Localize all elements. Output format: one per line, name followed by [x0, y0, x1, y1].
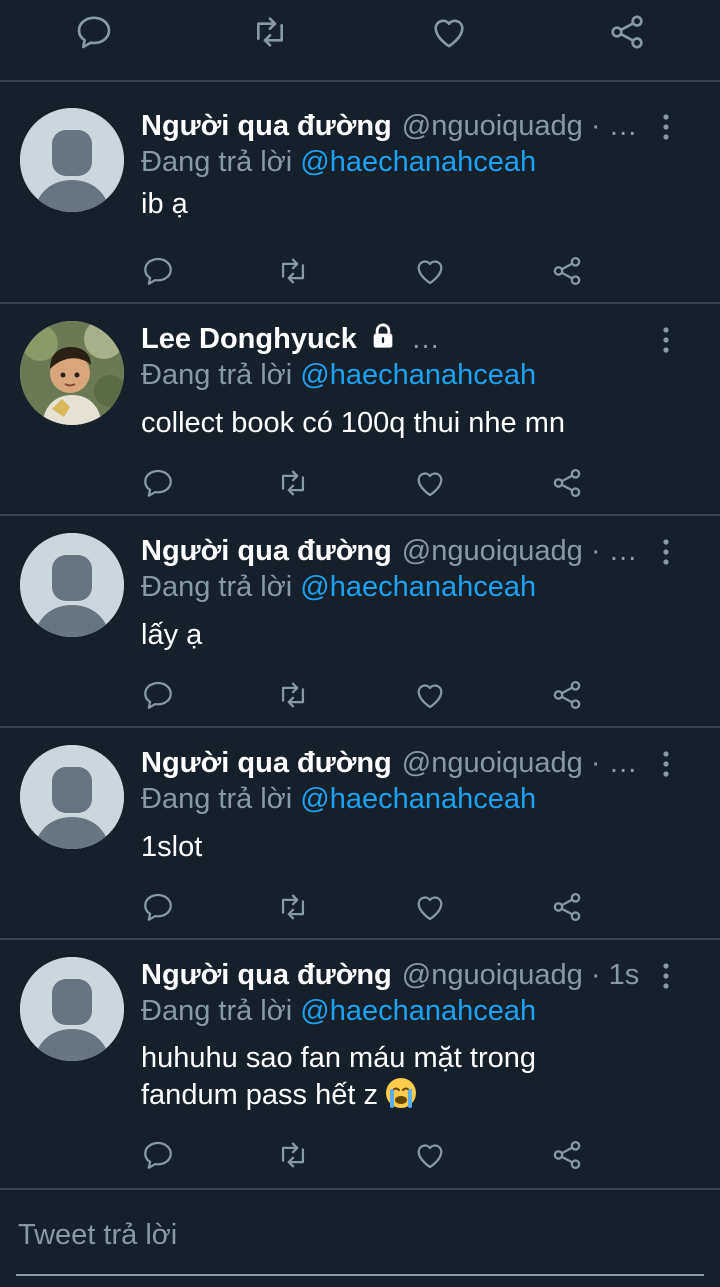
like-icon[interactable]: [413, 678, 447, 712]
replying-prefix: Đang trả lời: [141, 995, 293, 1027]
input-underline: [16, 1274, 704, 1276]
replying-prefix: Đang trả lời: [141, 359, 293, 391]
reply-tweet[interactable]: Người qua đường @nguoiquadg · … Đang trả …: [0, 516, 720, 728]
reply-icon[interactable]: [141, 678, 175, 712]
mention-link[interactable]: @haechanahceah: [300, 783, 536, 815]
tweet-header: Người qua đường @nguoiquadg · …: [141, 745, 641, 781]
handle-and-time: @nguoiquadg · …: [401, 747, 638, 779]
tweet-actions: [0, 890, 720, 930]
more-options-icon[interactable]: [654, 961, 678, 991]
handle-and-time: @nguoiquadg · 1s: [401, 959, 640, 991]
retweet-icon[interactable]: [276, 466, 310, 500]
display-name[interactable]: Người qua đường: [141, 535, 392, 567]
tweet-thread-page: Người qua đường @nguoiquadg · … Đang trả …: [0, 0, 720, 1287]
avatar[interactable]: [20, 745, 124, 849]
lock-icon: [373, 323, 393, 348]
replying-prefix: Đang trả lời: [141, 571, 293, 603]
avatar[interactable]: [20, 957, 124, 1061]
like-icon[interactable]: [413, 1138, 447, 1172]
reply-composer: [0, 1190, 720, 1287]
share-icon[interactable]: [550, 254, 584, 288]
tweet-header: Người qua đường @nguoiquadg · 1s: [141, 957, 641, 993]
tweet-text: huhuhu sao fan máu mặt trong fandum pass…: [141, 1040, 681, 1113]
like-icon[interactable]: [413, 466, 447, 500]
previous-tweet-actions: [0, 0, 720, 82]
tweet-text: 1slot: [141, 831, 203, 863]
reply-icon[interactable]: [141, 254, 175, 288]
tweet-text: ib ạ: [141, 188, 188, 220]
replying-to: Đang trả lời @haechanahceah: [141, 781, 681, 817]
tweet-actions: [0, 1138, 720, 1178]
share-icon[interactable]: [550, 890, 584, 924]
mention-link[interactable]: @haechanahceah: [300, 995, 536, 1027]
more-options-icon[interactable]: [654, 112, 678, 142]
more-options-icon[interactable]: [654, 325, 678, 355]
replying-to: Đang trả lời @haechanahceah: [141, 993, 681, 1029]
reply-icon[interactable]: [74, 12, 114, 52]
reply-tweet[interactable]: Lee Donghyuck … Đang trả lời @haechanahce…: [0, 304, 720, 516]
tweet-actions: [0, 466, 720, 506]
share-icon[interactable]: [550, 466, 584, 500]
avatar[interactable]: [20, 533, 124, 637]
tweet-header: Lee Donghyuck …: [141, 321, 641, 357]
like-icon[interactable]: [413, 254, 447, 288]
handle-and-time: …: [410, 323, 440, 355]
display-name[interactable]: Người qua đường: [141, 747, 392, 779]
handle-and-time: @nguoiquadg · …: [401, 535, 638, 567]
tweet-header: Người qua đường @nguoiquadg · …: [141, 533, 641, 569]
share-icon[interactable]: [550, 678, 584, 712]
replying-prefix: Đang trả lời: [141, 146, 293, 178]
retweet-icon[interactable]: [276, 678, 310, 712]
reply-input[interactable]: [16, 1212, 700, 1258]
reply-icon[interactable]: [141, 890, 175, 924]
retweet-icon[interactable]: [276, 254, 310, 288]
share-icon[interactable]: [607, 12, 647, 52]
share-icon[interactable]: [550, 1138, 584, 1172]
avatar[interactable]: [20, 108, 124, 212]
avatar[interactable]: [20, 321, 124, 425]
retweet-icon[interactable]: [276, 1138, 310, 1172]
tweet-actions: [0, 254, 720, 294]
retweet-icon[interactable]: [276, 890, 310, 924]
replying-prefix: Đang trả lời: [141, 783, 293, 815]
tweet-text-line-content: fandum pass hết z: [141, 1079, 378, 1111]
reply-tweet[interactable]: Người qua đường @nguoiquadg · 1s Đang trả…: [0, 940, 720, 1190]
crying-face-emoji: [385, 1078, 416, 1108]
like-icon[interactable]: [429, 12, 469, 52]
replying-to: Đang trả lời @haechanahceah: [141, 357, 681, 393]
display-name[interactable]: Người qua đường: [141, 959, 392, 991]
more-options-icon[interactable]: [654, 749, 678, 779]
tweet-text: lấy ạ: [141, 619, 203, 651]
tweet-actions: [0, 678, 720, 718]
mention-link[interactable]: @haechanahceah: [300, 359, 536, 391]
reply-tweet[interactable]: Người qua đường @nguoiquadg · … Đang trả …: [0, 728, 720, 940]
retweet-icon[interactable]: [250, 12, 290, 52]
reply-icon[interactable]: [141, 466, 175, 500]
replying-to: Đang trả lời @haechanahceah: [141, 569, 681, 605]
tweet-text-line: fandum pass hết z: [141, 1076, 681, 1113]
replying-to: Đang trả lời @haechanahceah: [141, 144, 681, 180]
handle-and-time: @nguoiquadg · …: [401, 110, 638, 142]
tweet-text: collect book có 100q thui nhe mn: [141, 407, 565, 439]
more-options-icon[interactable]: [654, 537, 678, 567]
display-name[interactable]: Lee Donghyuck: [141, 323, 357, 355]
reply-icon[interactable]: [141, 1138, 175, 1172]
tweet-text-line: huhuhu sao fan máu mặt trong: [141, 1042, 536, 1074]
tweet-header: Người qua đường @nguoiquadg · …: [141, 108, 641, 144]
mention-link[interactable]: @haechanahceah: [300, 571, 536, 603]
like-icon[interactable]: [413, 890, 447, 924]
display-name[interactable]: Người qua đường: [141, 110, 392, 142]
mention-link[interactable]: @haechanahceah: [300, 146, 536, 178]
reply-tweet[interactable]: Người qua đường @nguoiquadg · … Đang trả …: [0, 82, 720, 304]
